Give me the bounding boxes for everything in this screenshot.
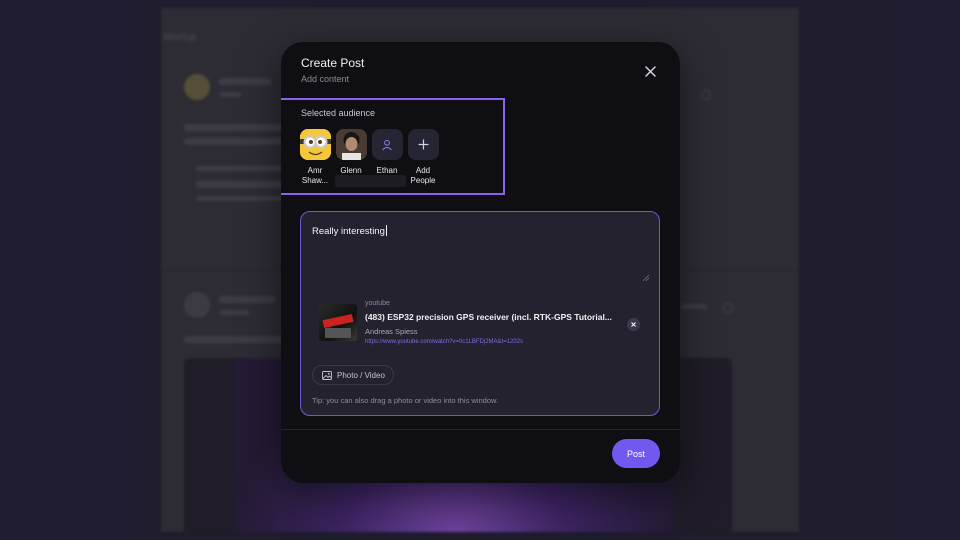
person-icon	[371, 129, 403, 160]
audience-person[interactable]: Amr Shaw...	[298, 129, 332, 186]
photo-video-label: Photo / Video	[337, 370, 385, 380]
close-icon	[644, 65, 656, 77]
post-button[interactable]: Post	[612, 439, 660, 468]
photo-avatar	[335, 129, 367, 160]
link-source: youtube	[365, 300, 390, 307]
minion-avatar	[299, 129, 331, 160]
remove-link-button[interactable]	[627, 318, 640, 331]
link-preview: youtube (483) ESP32 precision GPS receiv…	[319, 300, 649, 352]
close-icon	[631, 322, 636, 327]
plus-icon	[407, 129, 439, 160]
text-caret	[385, 225, 387, 236]
modal-title: Create Post	[301, 56, 365, 70]
link-author: Andreas Spiess	[365, 327, 418, 336]
tip-text: Tip: you can also drag a photo or video …	[312, 396, 499, 405]
audience-person[interactable]: Ethan	[370, 129, 404, 176]
audience-label: Selected audience	[301, 108, 376, 118]
composer-textarea[interactable]: Really interesting	[312, 225, 387, 237]
add-people-button[interactable]: Add People	[406, 129, 440, 186]
audience-person[interactable]: Glenn	[334, 129, 368, 176]
modal-subtitle: Add content	[301, 74, 350, 84]
post-composer[interactable]: Really interesting youtube (483) ESP32 p…	[300, 211, 660, 416]
link-title: (483) ESP32 precision GPS receiver (incl…	[365, 312, 612, 322]
divider	[281, 429, 680, 430]
resize-grip-icon[interactable]	[643, 275, 649, 281]
audience-person-name: Amr Shaw...	[301, 166, 329, 185]
photo-video-button[interactable]: Photo / Video	[312, 365, 394, 385]
video-thumbnail	[319, 304, 357, 341]
create-post-modal: Create Post Add content Selected audienc…	[281, 42, 680, 483]
add-people-label: Add People	[410, 166, 436, 185]
close-button[interactable]	[640, 61, 660, 81]
image-icon	[322, 370, 332, 380]
composer-text: Really interesting	[312, 226, 385, 237]
redacted-block	[335, 175, 406, 187]
link-url[interactable]: https://www.youtube.com/watch?v=0c1LBFDj…	[365, 339, 523, 345]
audience-person-name: Ethan	[376, 166, 398, 175]
